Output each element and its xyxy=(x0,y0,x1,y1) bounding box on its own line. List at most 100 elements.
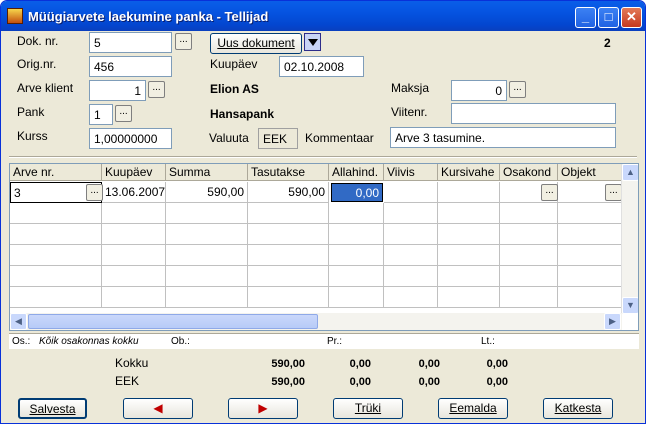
col-arve-nr[interactable]: Arve nr. xyxy=(10,164,102,181)
cell-kursivahe[interactable] xyxy=(438,182,500,203)
empty-cell[interactable] xyxy=(384,224,438,245)
arve-klient-lookup-button[interactable]: ... xyxy=(148,81,165,98)
empty-cell[interactable] xyxy=(438,245,500,266)
chevron-down-icon[interactable] xyxy=(304,33,321,51)
title-bar[interactable]: Müügiarvete laekumine panka - Tellijad _… xyxy=(1,1,645,31)
empty-cell[interactable] xyxy=(500,266,558,287)
empty-cell[interactable] xyxy=(500,287,558,308)
previous-button[interactable]: ◀ xyxy=(123,398,193,419)
osakond-lookup-button[interactable]: ... xyxy=(541,184,558,201)
empty-cell[interactable] xyxy=(329,245,384,266)
maksja-field[interactable]: 0 xyxy=(451,80,507,101)
empty-cell[interactable] xyxy=(166,224,248,245)
empty-cell[interactable] xyxy=(438,266,500,287)
pank-field[interactable]: 1 xyxy=(89,104,113,125)
kurss-field[interactable]: 1,00000000 xyxy=(89,128,172,149)
empty-cell[interactable] xyxy=(10,203,102,224)
col-tasutakse[interactable]: Tasutakse xyxy=(248,164,329,181)
empty-cell[interactable] xyxy=(438,287,500,308)
cell-viivis[interactable] xyxy=(384,182,438,203)
empty-cell[interactable] xyxy=(166,266,248,287)
empty-cell[interactable] xyxy=(248,266,329,287)
empty-cell[interactable] xyxy=(558,266,622,287)
empty-cell[interactable] xyxy=(329,266,384,287)
horizontal-scrollbar[interactable]: ◀ ▶ xyxy=(10,313,622,330)
maksja-label: Maksja xyxy=(391,81,430,95)
empty-cell[interactable] xyxy=(438,203,500,224)
scroll-right-icon[interactable]: ▶ xyxy=(604,313,621,330)
empty-cell[interactable] xyxy=(102,287,166,308)
cell-allahind[interactable]: 0,00 xyxy=(331,183,383,202)
empty-cell[interactable] xyxy=(102,224,166,245)
col-allahind[interactable]: Allahind. xyxy=(329,164,384,181)
orig-nr-field[interactable]: 456 xyxy=(89,56,172,77)
maximize-button[interactable]: □ xyxy=(598,7,619,28)
cell-summa[interactable]: 590,00 xyxy=(166,182,248,203)
vertical-scrollbar[interactable]: ▲ ▼ xyxy=(621,164,638,314)
col-viivis[interactable]: Viivis xyxy=(384,164,438,181)
empty-cell[interactable] xyxy=(10,245,102,266)
col-summa[interactable]: Summa xyxy=(166,164,248,181)
empty-cell[interactable] xyxy=(248,287,329,308)
scroll-up-icon[interactable]: ▲ xyxy=(622,164,638,181)
next-button[interactable]: ▶ xyxy=(228,398,298,419)
empty-cell[interactable] xyxy=(384,266,438,287)
uus-dokument-button[interactable]: Uus dokument xyxy=(210,33,302,54)
katkesta-button[interactable]: Katkesta xyxy=(543,398,613,419)
close-button[interactable]: ✕ xyxy=(621,7,642,28)
kuupaev-field[interactable]: 02.10.2008 xyxy=(279,56,364,77)
pank-lookup-button[interactable]: ... xyxy=(115,105,132,122)
empty-cell[interactable] xyxy=(384,287,438,308)
empty-cell[interactable] xyxy=(102,266,166,287)
kommentaar-field[interactable]: Arve 3 tasumine. xyxy=(390,127,616,148)
col-objekt[interactable]: Objekt xyxy=(558,164,622,181)
empty-cell[interactable] xyxy=(248,245,329,266)
empty-cell[interactable] xyxy=(166,203,248,224)
total-kokku-viivis: 0,00 xyxy=(418,358,440,370)
empty-cell[interactable] xyxy=(500,224,558,245)
empty-cell[interactable] xyxy=(438,224,500,245)
col-osakond[interactable]: Osakond xyxy=(500,164,558,181)
empty-cell[interactable] xyxy=(558,224,622,245)
empty-cell[interactable] xyxy=(102,245,166,266)
scroll-down-icon[interactable]: ▼ xyxy=(622,297,638,314)
cell-tasutakse[interactable]: 590,00 xyxy=(248,182,329,203)
empty-cell[interactable] xyxy=(166,245,248,266)
arve-nr-lookup-button[interactable]: ... xyxy=(86,184,103,201)
maksja-lookup-button[interactable]: ... xyxy=(509,81,526,98)
empty-cell[interactable] xyxy=(10,287,102,308)
bank-name: Hansapank xyxy=(210,107,275,121)
empty-cell[interactable] xyxy=(102,203,166,224)
viitenr-field[interactable] xyxy=(451,103,616,124)
minimize-button[interactable]: _ xyxy=(575,7,596,28)
empty-cell[interactable] xyxy=(166,287,248,308)
kokku-label: Kokku xyxy=(115,356,149,370)
empty-cell[interactable] xyxy=(500,245,558,266)
objekt-lookup-button[interactable]: ... xyxy=(605,184,622,201)
empty-cell[interactable] xyxy=(384,203,438,224)
eemalda-button[interactable]: Eemalda xyxy=(438,398,508,419)
empty-cell[interactable] xyxy=(558,245,622,266)
col-kursivahe[interactable]: Kursivahe xyxy=(438,164,500,181)
empty-cell[interactable] xyxy=(248,224,329,245)
empty-cell[interactable] xyxy=(558,203,622,224)
empty-cell[interactable] xyxy=(329,203,384,224)
col-kuupaev[interactable]: Kuupäev xyxy=(102,164,166,181)
empty-cell[interactable] xyxy=(384,245,438,266)
arve-klient-field[interactable]: 1 xyxy=(89,80,146,101)
empty-cell[interactable] xyxy=(248,203,329,224)
horizontal-scroll-thumb[interactable] xyxy=(28,314,318,329)
info-bar: Os.: Kõik osakonnas kokku Ob.: Pr.: Lt.: xyxy=(9,333,639,349)
dok-nr-lookup-button[interactable]: ... xyxy=(175,33,192,50)
dok-nr-field[interactable]: 5 xyxy=(89,32,172,53)
empty-cell[interactable] xyxy=(329,287,384,308)
empty-cell[interactable] xyxy=(10,266,102,287)
empty-cell[interactable] xyxy=(558,287,622,308)
empty-cell[interactable] xyxy=(10,224,102,245)
empty-cell[interactable] xyxy=(329,224,384,245)
cell-kuupaev[interactable]: 13.06.2007 xyxy=(102,182,166,203)
salvesta-button[interactable]: Salvesta xyxy=(18,398,87,419)
scroll-left-icon[interactable]: ◀ xyxy=(10,313,27,330)
truki-button[interactable]: Trüki xyxy=(333,398,403,419)
empty-cell[interactable] xyxy=(500,203,558,224)
